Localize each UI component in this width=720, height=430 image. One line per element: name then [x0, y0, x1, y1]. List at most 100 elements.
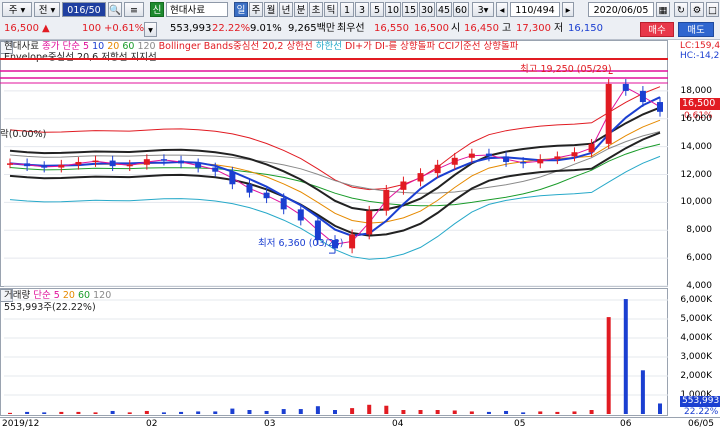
- period-day-button[interactable]: 일: [234, 2, 248, 17]
- volume-bar: [110, 410, 115, 414]
- volume-bar: [538, 411, 543, 414]
- candle-body: [503, 156, 510, 162]
- envelope-lower-line: [9, 131, 661, 237]
- period-month-button[interactable]: 월: [264, 2, 278, 17]
- mode-select[interactable]: 주 ▾: [2, 2, 32, 17]
- interval-1-button[interactable]: 1: [340, 2, 354, 17]
- low-label: 저: [554, 23, 564, 34]
- candle-body: [349, 234, 356, 249]
- hc-label: HC:-14,2: [680, 51, 720, 61]
- price-chart[interactable]: [0, 40, 720, 288]
- price-y-tick: 16,000: [680, 113, 713, 124]
- high-annotation: 최고 19,250 (05/29): [520, 64, 612, 75]
- price-y-tick: 8,000: [686, 225, 712, 236]
- candle-body: [143, 159, 150, 165]
- volume-bar: [504, 410, 509, 414]
- calendar-button[interactable]: ▦: [656, 2, 670, 17]
- sell-button[interactable]: 매도: [678, 22, 714, 37]
- candle-body: [417, 173, 424, 182]
- change-arrow: ▲: [42, 23, 50, 34]
- turnover-rate: 9.01%: [250, 23, 282, 34]
- volume-bar: [213, 411, 218, 414]
- period-minute-button[interactable]: 분: [294, 2, 308, 17]
- volume-y-tick: 6,000K: [680, 295, 712, 305]
- refresh-button[interactable]: ↻: [674, 2, 688, 17]
- candle-body: [195, 163, 202, 168]
- period-year-button[interactable]: 년: [279, 2, 293, 17]
- volume-bar: [658, 403, 662, 414]
- stock-list-button[interactable]: ≡: [124, 2, 144, 17]
- volume-bar: [93, 412, 98, 414]
- volume-y-tick: 2,000K: [680, 371, 712, 381]
- expand-icon: □: [708, 5, 717, 16]
- triangle-left-icon: ◂: [499, 5, 505, 16]
- candle-body: [297, 209, 304, 221]
- stock-code-input[interactable]: 016/50: [62, 2, 106, 17]
- price-y-tick: 10,000: [680, 197, 713, 208]
- candle-body: [41, 166, 48, 168]
- volume-bar: [281, 409, 286, 414]
- buy-button[interactable]: 매수: [640, 22, 674, 37]
- candle-body: [280, 198, 287, 210]
- period-week-button[interactable]: 주: [249, 2, 263, 17]
- interval-custom-select[interactable]: 3▾: [472, 2, 494, 17]
- x-label: 02: [146, 419, 158, 429]
- expand-button[interactable]: □: [706, 2, 719, 17]
- volume-bar: [76, 411, 81, 414]
- x-axis: 2019/12 02 03 04 05 06 06/05: [0, 417, 720, 430]
- candle-body: [58, 164, 65, 168]
- candle-body: [92, 160, 99, 163]
- interval-15-button[interactable]: 15: [402, 2, 418, 17]
- volume-bar: [589, 410, 594, 414]
- volume-bar: [350, 408, 355, 414]
- range-right-button[interactable]: ▸: [562, 2, 574, 17]
- calendar-icon: ▦: [658, 5, 668, 16]
- open-price: 16,450: [464, 23, 499, 34]
- range-left-button[interactable]: ◂: [496, 2, 508, 17]
- interval-5-button[interactable]: 5: [370, 2, 384, 17]
- candle-body: [520, 161, 527, 164]
- volume-bar: [25, 411, 30, 414]
- candle-body: [24, 163, 31, 167]
- chevron-down-icon: ▾: [148, 25, 153, 36]
- quote-row: 16,500 ▲ 100 +0.61% ▾ 553,993 22.22% 9.0…: [0, 20, 720, 40]
- volume-chart[interactable]: [0, 288, 720, 417]
- best-quote-label: 최우선: [337, 23, 365, 34]
- period-second-button[interactable]: 초: [309, 2, 323, 17]
- candle-body: [246, 184, 253, 193]
- candle-body: [383, 189, 390, 211]
- x-label: 04: [392, 419, 404, 429]
- candle-body: [571, 152, 578, 157]
- volume-bar: [469, 411, 474, 414]
- count-field[interactable]: 110/494: [510, 2, 560, 17]
- volume-bar: [486, 411, 491, 414]
- triangle-right-icon: ▸: [565, 5, 571, 16]
- interval-45-button[interactable]: 45: [436, 2, 452, 17]
- search-button[interactable]: 🔍: [108, 2, 122, 17]
- best-bid: 16,500: [414, 23, 449, 34]
- quote-toggle-button[interactable]: ▾: [144, 22, 157, 37]
- interval-30-button[interactable]: 30: [419, 2, 435, 17]
- candle-body: [229, 171, 236, 185]
- period-tick-button[interactable]: 틱: [324, 2, 338, 17]
- interval-3-button[interactable]: 3: [355, 2, 369, 17]
- price-y-tick: 14,000: [680, 141, 713, 152]
- x-label: 03: [264, 419, 276, 429]
- volume-bar: [367, 404, 372, 414]
- candle-body: [468, 153, 475, 158]
- interval-60-button[interactable]: 60: [453, 2, 469, 17]
- candle-body: [605, 83, 612, 144]
- volume-bar: [8, 412, 12, 414]
- settings-button[interactable]: ⚙: [690, 2, 704, 17]
- volume-bar: [298, 409, 303, 414]
- price-y-tick: 12,000: [680, 169, 713, 180]
- stock-name[interactable]: 현대사료: [166, 2, 228, 17]
- volume-value: 553,993: [170, 23, 212, 34]
- x-label: 05: [514, 419, 526, 429]
- volume-bar: [333, 410, 337, 414]
- jeon-select[interactable]: 전 ▾: [34, 2, 60, 17]
- price-y-tick: 6,000: [686, 253, 712, 264]
- volume-bar: [144, 410, 149, 414]
- interval-10-button[interactable]: 10: [385, 2, 401, 17]
- date-field[interactable]: 2020/06/05: [588, 2, 654, 17]
